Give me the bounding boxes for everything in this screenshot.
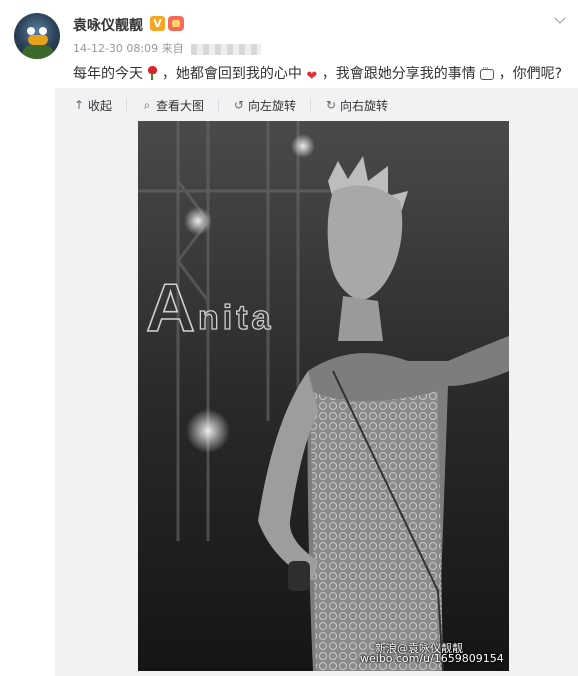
view-large-label: 查看大图 — [156, 98, 205, 113]
source-blurred — [191, 43, 262, 55]
post-text: 每年的今天 ，她都會回到我的心中 ❤ ，我會跟她分享我的事情 ，你們呢? — [73, 63, 562, 84]
collapse-button[interactable]: ↑ 收起 — [73, 97, 112, 114]
magnifier-icon: ⌕ — [143, 98, 151, 112]
collapse-arrow-icon: ↑ — [73, 98, 85, 112]
source-prefix: 来自 — [161, 42, 184, 55]
watermark-url: weibo.com/u/1659809154 — [360, 652, 504, 665]
toolbar-divider — [218, 99, 220, 111]
rotate-left-label: 向左旋转 — [248, 98, 297, 113]
toolbar-divider — [126, 99, 128, 111]
rotate-left-button[interactable]: ↺ 向左旋转 — [233, 97, 296, 114]
avatar[interactable] — [14, 13, 60, 59]
post-text-segment-2: ，她都會回到我的心中 — [161, 66, 302, 82]
heart-emoji-icon: ❤ — [306, 69, 318, 84]
avatar-eye-right — [39, 27, 47, 35]
stage-light — [186, 409, 230, 453]
chevron-down-icon[interactable] — [554, 12, 566, 24]
post-text-segment-4: ，你們呢? — [498, 66, 563, 82]
member-icon[interactable] — [168, 16, 184, 31]
username[interactable]: 袁咏仪靓靓 — [73, 15, 143, 35]
rotate-left-icon: ↺ — [234, 98, 245, 112]
post-timestamp[interactable]: 14-12-30 08:09 — [73, 42, 158, 55]
photo-overlay-text: nita — [198, 299, 274, 337]
rose-emoji-icon — [147, 66, 158, 80]
photo-overlay-letter: A — [146, 270, 195, 346]
rotate-right-label: 向右旋转 — [340, 98, 389, 113]
post-meta: 14-12-30 08:09 来自 — [73, 40, 262, 56]
stage-light — [291, 134, 315, 158]
rotate-right-icon: ↻ — [326, 98, 337, 112]
verified-icon[interactable]: V — [150, 16, 165, 31]
post-photo[interactable]: A nita — [138, 121, 509, 671]
post-text-segment-3: ，我會跟她分享我的事情 — [321, 66, 476, 82]
toolbar-divider — [310, 99, 312, 111]
post-text-segment-1: 每年的今天 — [73, 66, 143, 82]
avatar-eye-left — [27, 27, 35, 35]
avatar-beak — [28, 35, 48, 45]
avatar-body-shape — [22, 45, 54, 59]
photo-illustration: A nita — [138, 121, 509, 671]
view-large-button[interactable]: ⌕ 查看大图 — [141, 97, 204, 114]
rotate-right-button[interactable]: ↻ 向右旋转 — [325, 97, 388, 114]
post-header: 袁咏仪靓靓 V 14-12-30 08:09 来自 每年的今天 ，她都會回到我的… — [0, 0, 578, 90]
chat-bubble-emoji-icon — [480, 64, 495, 80]
stage-light — [184, 207, 212, 235]
image-toolbar: ↑ 收起 ⌕ 查看大图 ↺ 向左旋转 ↻ 向右旋转 — [73, 95, 388, 115]
collapse-label: 收起 — [88, 98, 113, 113]
